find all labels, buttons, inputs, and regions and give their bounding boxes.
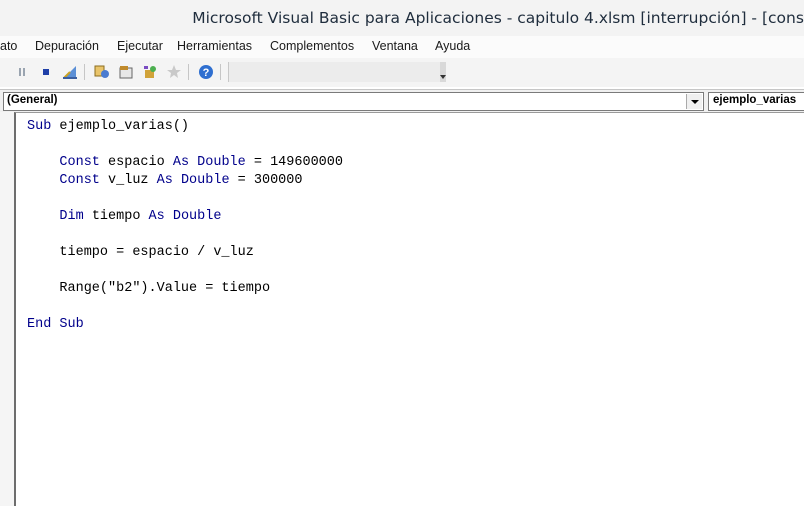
code-token: tiempo = espacio / v_luz	[27, 245, 254, 260]
code-line[interactable]: Range("b2").Value = tiempo	[27, 280, 343, 298]
design-mode-icon[interactable]	[62, 64, 78, 80]
code-token: v_luz	[99, 173, 157, 188]
menu-complementos[interactable]: Complementos	[270, 39, 354, 53]
menu-bar: ato Depuración Ejecutar Herramientas Com…	[0, 36, 804, 58]
window-title: Microsoft Visual Basic para Aplicaciones…	[192, 9, 804, 27]
code-line[interactable]: Const v_luz As Double = 300000	[27, 172, 343, 190]
code-token: = 300000	[229, 173, 303, 188]
code-keyword: Double	[197, 155, 246, 170]
help-icon[interactable]: ?	[198, 64, 214, 80]
code-keyword: Double	[172, 209, 222, 224]
code-keyword: End Sub	[27, 317, 84, 332]
standard-toolbar: ?	[0, 58, 804, 87]
code-line[interactable]: Dim tiempo As Double	[27, 208, 343, 226]
code-token: ejemplo_varias()	[51, 119, 190, 134]
object-browser-icon[interactable]	[142, 64, 158, 80]
code-keyword: As	[148, 209, 165, 224]
code-line[interactable]	[27, 136, 343, 154]
code-line[interactable]: tiempo = espacio / v_luz	[27, 244, 343, 262]
procedure-combo[interactable]: ejemplo_varias	[708, 92, 804, 111]
code-keyword: Const	[59, 155, 100, 170]
toolbar-separator	[84, 64, 85, 80]
procedure-combo-value: ejemplo_varias	[713, 94, 797, 106]
toolbar-separator	[220, 64, 221, 80]
code-window-combos: (General) ejemplo_varias	[0, 89, 804, 112]
margin-indicator-bar[interactable]	[0, 112, 14, 506]
menu-depuracion[interactable]: Depuración	[35, 39, 99, 53]
menu-formato[interactable]: ato	[0, 39, 17, 53]
menu-herramientas[interactable]: Herramientas	[177, 39, 252, 53]
chevron-down-icon[interactable]	[686, 94, 702, 109]
code-line[interactable]	[27, 226, 343, 244]
menu-ayuda[interactable]: Ayuda	[435, 39, 470, 53]
code-line[interactable]	[27, 262, 343, 280]
project-explorer-icon[interactable]	[94, 64, 110, 80]
code-text[interactable]: Sub ejemplo_varias() Const espacio As Do…	[27, 118, 343, 334]
code-keyword: Sub	[27, 119, 52, 134]
code-keyword: As	[156, 173, 173, 188]
code-keyword: Double	[180, 173, 230, 188]
properties-icon[interactable]	[118, 64, 134, 80]
toolbar-options-chevron[interactable]	[440, 62, 446, 82]
toolbox-icon[interactable]	[166, 64, 182, 80]
object-combo-value: (General)	[7, 94, 58, 106]
code-line[interactable]	[27, 298, 343, 316]
code-token: tiempo	[83, 209, 149, 224]
menu-ejecutar[interactable]: Ejecutar	[117, 39, 163, 53]
title-bar[interactable]: Microsoft Visual Basic para Aplicaciones…	[0, 0, 804, 36]
toolbar-position-area	[228, 62, 441, 82]
code-keyword: Const	[59, 173, 100, 188]
vba-editor-window: Microsoft Visual Basic para Aplicaciones…	[0, 0, 804, 506]
code-keyword: As	[172, 155, 190, 170]
code-token: espacio	[99, 155, 173, 170]
svg-text:?: ?	[203, 67, 210, 79]
code-line[interactable]	[27, 190, 343, 208]
code-line[interactable]: Sub ejemplo_varias()	[27, 118, 343, 136]
toolbar-separator	[188, 64, 189, 80]
code-keyword: Dim	[59, 209, 84, 224]
pause-icon[interactable]	[14, 64, 30, 80]
code-line[interactable]: End Sub	[27, 316, 343, 334]
stop-icon[interactable]	[38, 64, 54, 80]
code-token: = 149600000	[245, 155, 343, 170]
code-token: Range("b2").Value = tiempo	[27, 281, 271, 296]
code-editor[interactable]: Sub ejemplo_varias() Const espacio As Do…	[14, 112, 804, 506]
object-combo[interactable]: (General)	[3, 92, 704, 111]
code-line[interactable]: Const espacio As Double = 149600000	[27, 154, 343, 172]
menu-ventana[interactable]: Ventana	[372, 39, 418, 53]
